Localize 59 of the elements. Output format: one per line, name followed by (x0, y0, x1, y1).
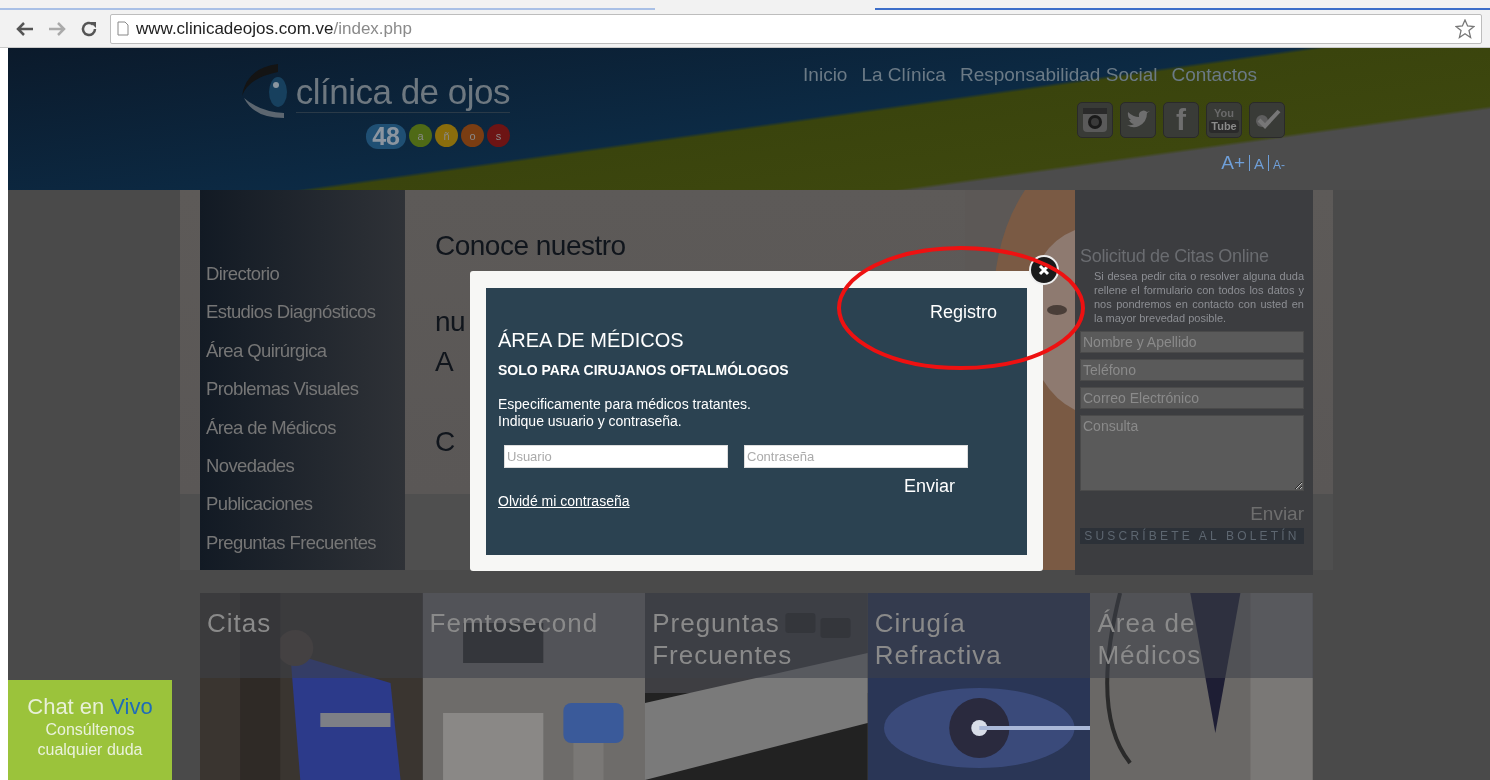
sidebar-item[interactable]: Problemas Visuales (206, 378, 405, 417)
logo-name: clínica de ojos (295, 71, 510, 113)
sidebar-item[interactable]: Publicaciones (206, 493, 405, 532)
nav-link[interactable]: Contactos (1171, 64, 1257, 86)
clinic-logo[interactable]: clínica de ojos 48 a ñ o s (215, 62, 510, 190)
dialog-description: Especificamente para médicos tratantes. Indique usuario y contraseña. (498, 396, 752, 430)
years-badge: 48 (366, 124, 406, 149)
font-size-link[interactable]: A (1254, 155, 1264, 172)
tile-title[interactable]: Femtosecond (429, 607, 599, 639)
social-link[interactable] (1249, 102, 1285, 138)
dialog-subtitle: SOLO PARA CIRUJANOS OFTALMÓLOGOS (498, 362, 790, 378)
page-icon (117, 21, 129, 36)
close-icon (1038, 264, 1050, 276)
login-input[interactable]: Contraseña (744, 445, 968, 468)
form-description: Si desea pedir cita o resolver alguna duda rellene el formulario con todos los datos y nos pondremos en contacto con usted en la mayor brevedad posible. (1094, 269, 1304, 325)
sidebar-item[interactable]: Preguntas Frecuentes (206, 531, 405, 570)
logo-dot: ñ (435, 124, 458, 147)
register-link[interactable]: Registro (929, 302, 997, 323)
video-logo-text: Tube (1209, 120, 1239, 133)
reload-icon (80, 19, 98, 38)
hero-text: Conoce nuestro (435, 230, 626, 262)
social-link[interactable] (1077, 102, 1113, 138)
tile-title[interactable]: Área de Médicos (1097, 607, 1202, 671)
sidebar-item[interactable]: Novedades (206, 454, 405, 494)
sidebar-item[interactable]: Área Quirúrgica (206, 339, 405, 379)
hero-text: nu (435, 306, 466, 338)
hero-text: A (435, 346, 454, 378)
login-input[interactable]: Usuario (504, 445, 728, 468)
hero-text: C (435, 426, 455, 458)
chat-subtitle: Consúltenos cualquier duda (36, 720, 144, 760)
chat-title: Chat en (27, 694, 105, 720)
url-path: /index.php (333, 18, 412, 39)
sidebar-item[interactable]: Directorio (206, 263, 405, 302)
forward-arrow-icon (48, 20, 66, 37)
address-bar[interactable]: www.clinicadeojos.com.ve/index.php (110, 13, 1482, 44)
forgot-password-link[interactable]: Olvidé mi contraseña (498, 493, 630, 509)
camera-icon (1082, 107, 1108, 133)
sidebar-item[interactable]: Estudios Diagnósticos (206, 301, 405, 340)
back-arrow-icon (16, 20, 34, 37)
nav-link[interactable]: Inicio (803, 64, 848, 86)
login-submit-button[interactable]: Enviar (903, 476, 955, 497)
logo-dot: s (487, 124, 510, 147)
tile-title[interactable]: Citas (207, 607, 272, 639)
newsletter-link[interactable]: SUSCRÍBETE AL BOLETÍN (1080, 528, 1304, 544)
dialog-title: ÁREA DE MÉDICOS (498, 329, 685, 352)
tile-title[interactable]: Preguntas Frecuentes (652, 607, 793, 671)
star-icon[interactable] (1455, 18, 1475, 39)
url-host: www.clinicadeojos.com.ve (136, 18, 334, 39)
social-link[interactable] (1120, 102, 1156, 138)
nav-link[interactable]: La Clínica (861, 64, 946, 86)
font-size-link[interactable]: A+ (1221, 152, 1245, 174)
chat-widget[interactable]: Chat en Vivo Consúltenos cualquier duda (8, 680, 172, 780)
chat-title-accent: Vivo (110, 694, 153, 720)
nav-link[interactable]: Responsabilidad Social (959, 64, 1158, 86)
tile-title[interactable]: Cirugía Refractiva (874, 607, 1002, 671)
logo-dot: o (461, 124, 484, 147)
font-size-link[interactable]: A- (1273, 158, 1285, 172)
logo-dot: a (409, 124, 432, 147)
sidebar-item[interactable]: Área de Médicos (206, 416, 405, 455)
